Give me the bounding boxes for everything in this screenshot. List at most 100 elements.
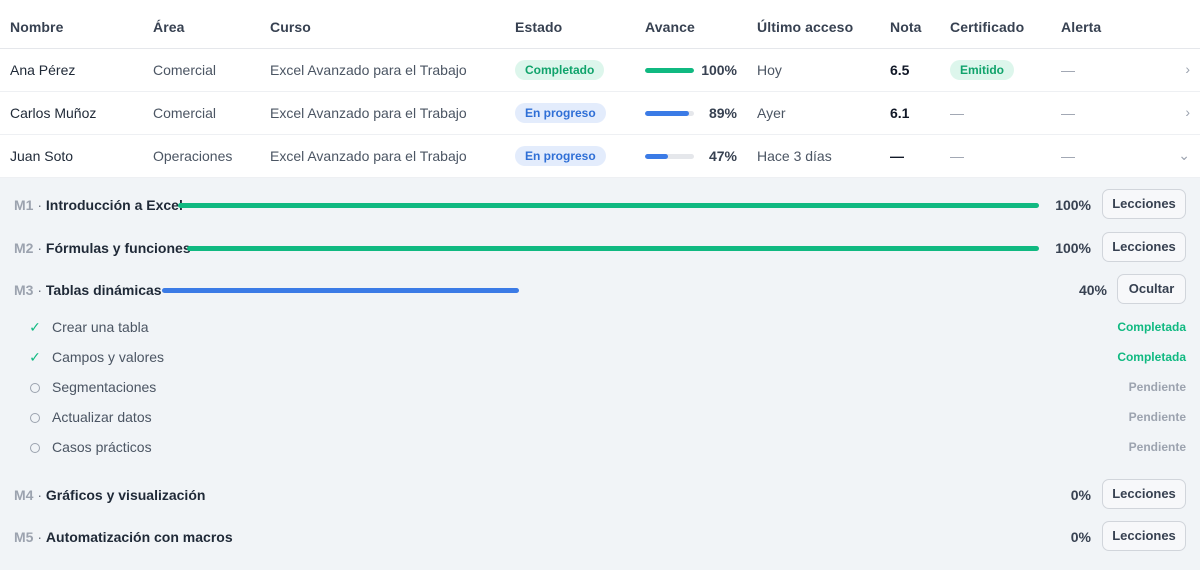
module-row: M5 · Automatización con macros 0% Leccio… <box>0 517 1200 559</box>
circle-icon <box>30 443 40 453</box>
module-separator: · <box>33 197 46 213</box>
module-code: M5 <box>14 529 34 545</box>
table-row[interactable]: Ana Pérez Comercial Excel Avanzado para … <box>0 49 1200 92</box>
last-access-cell: Ayer <box>757 105 786 121</box>
lesson-name: Segmentaciones <box>52 379 157 395</box>
module-name: Introducción a Excel <box>45 197 183 213</box>
module-row: M1 · Introducción a Excel 100% Lecciones <box>0 185 1200 227</box>
course-cell: Excel Avanzado para el Trabajo <box>270 62 467 78</box>
column-header-estado[interactable]: Estado <box>515 19 562 35</box>
module-code: M4 <box>14 487 34 503</box>
module-row: M4 · Gráficos y visualización 0% Leccion… <box>0 475 1200 517</box>
lesson-status: Pendiente <box>1128 410 1186 424</box>
module-row: M3 · Tablas dinámicas 40% Ocultar <box>0 270 1200 312</box>
lessons-button[interactable]: Lecciones <box>1102 479 1186 509</box>
chevron-right-icon[interactable]: › <box>1185 61 1190 77</box>
module-separator: · <box>33 529 46 545</box>
module-separator: · <box>33 240 46 256</box>
module-percent: 40% <box>1078 282 1107 298</box>
grade-cell: 6.1 <box>890 105 910 121</box>
column-header-nota[interactable]: Nota <box>890 19 922 35</box>
lesson-name: Campos y valores <box>52 349 165 365</box>
lessons-button[interactable]: Lecciones <box>1102 232 1186 262</box>
lesson-name: Crear una tabla <box>52 319 149 335</box>
progress-fill <box>645 111 689 116</box>
check-icon: ✓ <box>29 349 41 365</box>
lessons-button[interactable]: Lecciones <box>1102 189 1186 219</box>
area-cell: Operaciones <box>153 148 233 164</box>
table-row[interactable]: Carlos Muñoz Comercial Excel Avanzado pa… <box>0 92 1200 135</box>
column-header-certificado[interactable]: Certificado <box>950 19 1024 35</box>
status-badge: En progreso <box>515 146 606 166</box>
alert-cell: — <box>1061 148 1075 164</box>
module-detail-panel: M1 · Introducción a Excel 100% Lecciones… <box>0 178 1200 570</box>
module-code: M3 <box>14 282 34 298</box>
lessons-button[interactable]: Lecciones <box>1102 521 1186 551</box>
progress-percent: 89% <box>708 105 737 121</box>
module-title: M4 · Gráficos y visualización <box>14 487 205 503</box>
module-progress-bar <box>187 246 1039 251</box>
status-badge: En progreso <box>515 103 606 123</box>
module-row: M2 · Fórmulas y funciones 100% Lecciones <box>0 228 1200 270</box>
module-separator: · <box>33 282 46 298</box>
last-access-cell: Hace 3 días <box>757 148 832 164</box>
column-header-ultimo-acceso[interactable]: Último acceso <box>757 19 853 35</box>
module-progress-fill <box>187 246 1039 251</box>
progress-fill <box>645 154 669 159</box>
student-name: Juan Soto <box>10 148 74 164</box>
alert-cell: — <box>1061 62 1075 78</box>
module-title: M5 · Automatización con macros <box>14 529 233 545</box>
module-progress-bar <box>178 203 1039 208</box>
progress-bar <box>645 68 694 73</box>
certificate-cell: — <box>950 105 964 121</box>
circle-icon <box>30 383 40 393</box>
column-header-curso[interactable]: Curso <box>270 19 311 35</box>
column-header-area[interactable]: Área <box>153 19 185 35</box>
module-name: Automatización con macros <box>45 529 233 545</box>
area-cell: Comercial <box>153 62 217 78</box>
hide-lessons-button[interactable]: Ocultar <box>1117 274 1186 304</box>
chevron-right-icon[interactable]: › <box>1185 104 1190 120</box>
progress-fill <box>645 68 694 73</box>
module-code: M1 <box>14 197 34 213</box>
lesson-status: Completada <box>1117 350 1186 364</box>
student-name: Carlos Muñoz <box>10 105 97 121</box>
progress-bar <box>645 154 694 159</box>
module-percent: 100% <box>1055 240 1091 256</box>
status-badge: Completado <box>515 60 605 80</box>
area-cell: Comercial <box>153 105 217 121</box>
module-name: Tablas dinámicas <box>45 282 162 298</box>
table-header: Nombre Área Curso Estado Avance Último a… <box>0 0 1200 49</box>
lesson-name: Casos prácticos <box>52 439 152 455</box>
certificate-badge: Emitido <box>950 60 1014 80</box>
module-title: M2 · Fórmulas y funciones <box>14 240 191 256</box>
progress-bar <box>645 111 694 116</box>
grade-cell: 6.5 <box>890 62 910 78</box>
module-separator: · <box>33 487 46 503</box>
module-title: M1 · Introducción a Excel <box>14 197 183 213</box>
module-progress-fill <box>162 288 520 293</box>
course-cell: Excel Avanzado para el Trabajo <box>270 105 467 121</box>
table-row-expanded[interactable]: Juan Soto Operaciones Excel Avanzado par… <box>0 135 1200 178</box>
column-header-nombre[interactable]: Nombre <box>10 19 64 35</box>
module-percent: 100% <box>1055 197 1091 213</box>
module-name: Gráficos y visualización <box>45 487 206 503</box>
lesson-status: Pendiente <box>1128 380 1186 394</box>
lesson-item: Actualizar datos Pendiente <box>0 403 1200 433</box>
circle-icon <box>30 413 40 423</box>
lesson-name: Actualizar datos <box>52 409 152 425</box>
module-percent: 0% <box>1070 487 1091 503</box>
lesson-item: Casos prácticos Pendiente <box>0 433 1200 463</box>
chevron-down-icon[interactable]: ⌄ <box>1178 147 1190 164</box>
column-header-alerta[interactable]: Alerta <box>1061 19 1101 35</box>
check-icon: ✓ <box>29 319 41 335</box>
progress-percent: 100% <box>701 62 737 78</box>
lesson-status: Pendiente <box>1128 440 1186 454</box>
progress-percent: 47% <box>708 148 737 164</box>
lesson-item: Segmentaciones Pendiente <box>0 373 1200 403</box>
module-code: M2 <box>14 240 34 256</box>
column-header-avance[interactable]: Avance <box>645 19 695 35</box>
lesson-item: ✓ Crear una tabla Completada <box>0 313 1200 343</box>
grade-cell: — <box>890 148 904 164</box>
alert-cell: — <box>1061 105 1075 121</box>
